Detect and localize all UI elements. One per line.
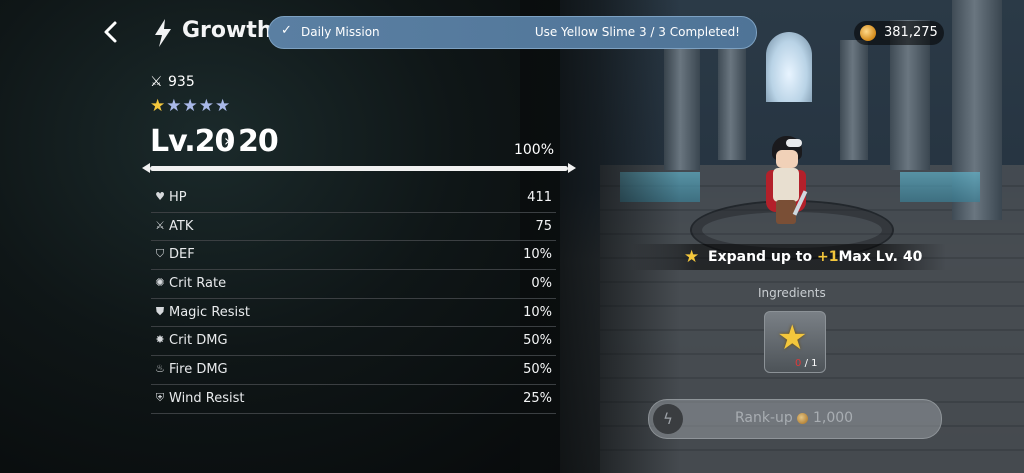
crossed-swords-icon: ⚔ xyxy=(150,74,163,90)
stat-label: HP xyxy=(169,190,187,205)
stat-row-crit-dmg: ✸ Crit DMG 50% xyxy=(151,327,556,357)
current-level: Lv.20 xyxy=(150,124,235,159)
stat-label: DEF xyxy=(169,247,195,263)
sword-icon: ⚔ xyxy=(155,218,165,232)
pillar xyxy=(718,40,746,160)
stat-row-crit-rate: ✺ Crit Rate 0% xyxy=(151,270,556,299)
stat-value: 411 xyxy=(527,190,552,205)
stat-row-hp: ♥ HP 411 xyxy=(151,184,556,213)
ingredient-have: 0 xyxy=(795,358,802,369)
temple-archway xyxy=(766,32,812,102)
ingredient-need: / 1 xyxy=(804,358,818,369)
target-level: 20 xyxy=(238,124,279,159)
stat-label: Fire DMG xyxy=(169,362,228,378)
lightning-icon xyxy=(152,18,174,48)
ingredient-slot[interactable]: ★ 0 / 1 xyxy=(764,311,826,373)
magic-shield-icon: ⛊ xyxy=(155,304,165,318)
stat-row-wind-resist: ⛨ Wind Resist 25% xyxy=(151,385,556,414)
stat-value: 75 xyxy=(535,218,552,234)
page-title: Growth xyxy=(182,18,273,43)
ingredient-count: 0 / 1 xyxy=(795,358,817,369)
wind-shield-icon: ⛨ xyxy=(155,390,165,404)
pillar xyxy=(840,40,868,160)
stat-value: 10% xyxy=(523,304,552,320)
stat-value: 50% xyxy=(523,333,552,349)
stat-label: Crit DMG xyxy=(169,333,228,349)
gold-amount: 381,275 xyxy=(884,25,938,40)
daily-mission-banner[interactable]: ✓ Daily Mission Use Yellow Slime 3 / 3 C… xyxy=(268,16,757,49)
exp-percent: 100% xyxy=(513,142,554,158)
shield-icon: ⛉ xyxy=(155,247,165,261)
mission-status: Use Yellow Slime 3 / 3 Completed! xyxy=(534,25,740,39)
stat-label: Crit Rate xyxy=(169,276,227,292)
stat-label: Wind Resist xyxy=(169,390,245,406)
stat-value: 25% xyxy=(523,390,552,406)
stat-value: 0% xyxy=(531,276,552,292)
expand-level-banner: ★ Expand up to +1Max Lv. 40 xyxy=(632,244,946,270)
heart-icon: ♥ xyxy=(155,190,165,203)
star-icon: ★ xyxy=(215,96,231,116)
stat-row-def: ⛉ DEF 10% xyxy=(151,241,556,271)
gold-coin-icon xyxy=(860,25,876,41)
stat-value: 50% xyxy=(523,362,552,378)
hero-face xyxy=(776,150,798,168)
crit-burst-icon: ✸ xyxy=(155,333,165,347)
level-prefix: Lv. xyxy=(150,124,196,159)
expand-suffix: Max Lv. 40 xyxy=(838,249,923,265)
mission-label: Daily Mission xyxy=(301,25,380,39)
stat-value: 10% xyxy=(523,247,552,263)
combat-power: 935 xyxy=(168,74,195,90)
star-icon: ★ xyxy=(198,96,214,116)
bar-cap-left xyxy=(142,163,150,173)
star-icon: ★ xyxy=(150,96,166,116)
ingredients-label: Ingredients xyxy=(758,286,826,300)
bar-cap-right xyxy=(568,163,576,173)
gold-currency[interactable]: 381,275 xyxy=(854,21,944,45)
fire-icon: ♨ xyxy=(155,362,165,376)
star-icon: ★ xyxy=(777,318,808,358)
expand-text: Expand up to +1Max Lv. 40 xyxy=(708,249,922,265)
stats-list: ♥ HP 411 ⚔ ATK 75 ⛉ DEF 10% ✺ Crit Rate … xyxy=(151,184,556,414)
check-icon: ✓ xyxy=(281,23,292,38)
chevron-right-icon: › xyxy=(224,131,231,150)
stat-row-atk: ⚔ ATK 75 xyxy=(151,213,556,242)
star-icon: ★ xyxy=(166,96,182,116)
rank-up-label: Rank-up xyxy=(735,410,793,426)
gold-coin-icon xyxy=(797,413,808,424)
crit-icon: ✺ xyxy=(155,276,165,290)
hero-body xyxy=(773,168,799,202)
rank-up-cost: 1,000 xyxy=(813,410,854,426)
stat-row-fire-dmg: ♨ Fire DMG 50% xyxy=(151,356,556,385)
hero-hair-highlight xyxy=(786,139,802,147)
star-icon: ★ xyxy=(182,96,198,116)
star-rating: ★ ★ ★ ★ ★ xyxy=(150,97,230,115)
stat-row-magic-resist: ⛊ Magic Resist 10% xyxy=(151,299,556,328)
water-pool xyxy=(900,172,980,202)
exp-progress-bar xyxy=(142,163,576,173)
rank-up-button[interactable]: ϟ Rank-up 1,000 xyxy=(648,399,942,439)
chevron-left-icon[interactable] xyxy=(98,18,124,46)
expand-plus: +1 xyxy=(816,249,839,265)
stat-label: Magic Resist xyxy=(169,304,251,320)
stat-label: ATK xyxy=(169,218,194,234)
lightning-icon: ϟ xyxy=(653,404,683,434)
expand-prefix: Expand up to xyxy=(708,249,817,265)
star-icon: ★ xyxy=(684,247,700,267)
hero-character[interactable] xyxy=(764,136,808,228)
